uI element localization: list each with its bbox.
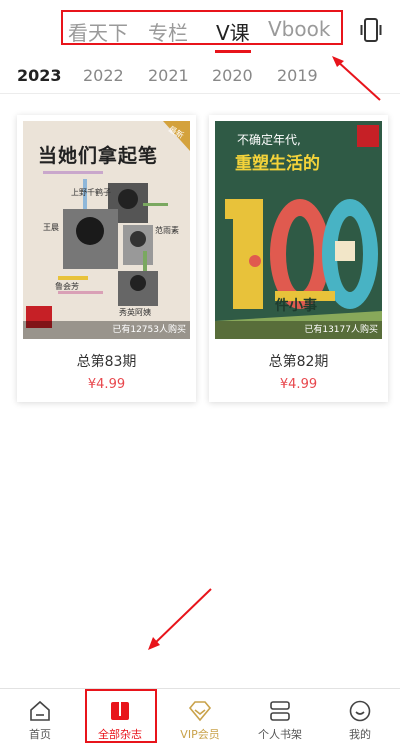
- tab-zhuanlan[interactable]: 专栏: [148, 17, 188, 46]
- nav-vip[interactable]: VIP会员: [160, 689, 240, 747]
- buyer-count: 已有13177人购买: [304, 325, 378, 335]
- magazine-title: 总第83期: [76, 354, 137, 370]
- cover-line3: 件小事: [275, 298, 317, 314]
- home-icon: [30, 700, 50, 721]
- nav-highlight-box: [85, 689, 157, 743]
- tab-vke[interactable]: V课: [216, 17, 250, 46]
- year-2023[interactable]: 2023: [17, 66, 62, 85]
- year-filter: 2023 2022 2021 2020 2019: [0, 58, 400, 94]
- nav-bookshelf[interactable]: 个人书架: [240, 689, 320, 747]
- year-2021[interactable]: 2021: [148, 66, 189, 85]
- nav-label: 个人书架: [258, 728, 302, 741]
- nav-label: 我的: [349, 728, 371, 741]
- bottom-nav: 首页 全部杂志 VIP会员 个人书架 我的: [0, 688, 400, 747]
- magazine-card[interactable]: 当她们拿起笔 最新 上野千鹤子 王晨 范雨素 鲁会芳 秀英阿姨 已有12753人…: [17, 115, 196, 402]
- magazine-price: ¥4.99: [279, 377, 318, 392]
- cover-name: 秀英阿姨: [119, 308, 151, 317]
- cover-line2: 重塑生活的: [235, 154, 320, 174]
- phone-icon[interactable]: [360, 18, 382, 42]
- magazine-cover[interactable]: 当她们拿起笔 最新 上野千鹤子 王晨 范雨素 鲁会芳 秀英阿姨 已有12753人…: [23, 121, 190, 339]
- bookshelf-icon: [270, 701, 290, 721]
- year-2022[interactable]: 2022: [83, 66, 124, 85]
- nav-home[interactable]: 首页: [0, 689, 80, 747]
- cover-headline: 当她们拿起笔: [38, 145, 159, 167]
- magazine-price: ¥4.99: [87, 377, 126, 392]
- cover-line1: 不确定年代,: [237, 133, 301, 147]
- magazine-title: 总第82期: [268, 354, 329, 370]
- vip-diamond-icon: [188, 701, 212, 722]
- nav-label: VIP会员: [180, 728, 220, 741]
- nav-profile[interactable]: 我的: [320, 689, 400, 747]
- tab-vbook[interactable]: Vbook: [268, 17, 330, 41]
- top-nav: 看天下 专栏 V课 Vbook: [0, 0, 400, 58]
- cover-name: 范雨素: [155, 226, 179, 235]
- nav-label: 首页: [29, 728, 51, 741]
- magazine-grid: 当她们拿起笔 最新 上野千鹤子 王晨 范雨素 鲁会芳 秀英阿姨 已有12753人…: [0, 95, 400, 688]
- cover-name: 上野千鹤子: [71, 188, 111, 197]
- year-2019[interactable]: 2019: [277, 66, 318, 85]
- magazine-cover[interactable]: 不确定年代, 重塑生活的 件小事 已有13177人购买: [215, 121, 382, 339]
- active-tab-underline: [215, 50, 251, 53]
- cover-name: 鲁会芳: [55, 282, 79, 291]
- tab-kantianxia[interactable]: 看天下: [68, 17, 128, 46]
- magazine-card[interactable]: 不确定年代, 重塑生活的 件小事 已有13177人购买 总第82期 ¥4.99: [209, 115, 388, 402]
- buyer-count: 已有12753人购买: [112, 325, 186, 335]
- cover-name: 王晨: [43, 223, 59, 232]
- year-2020[interactable]: 2020: [212, 66, 253, 85]
- profile-icon: [349, 700, 371, 722]
